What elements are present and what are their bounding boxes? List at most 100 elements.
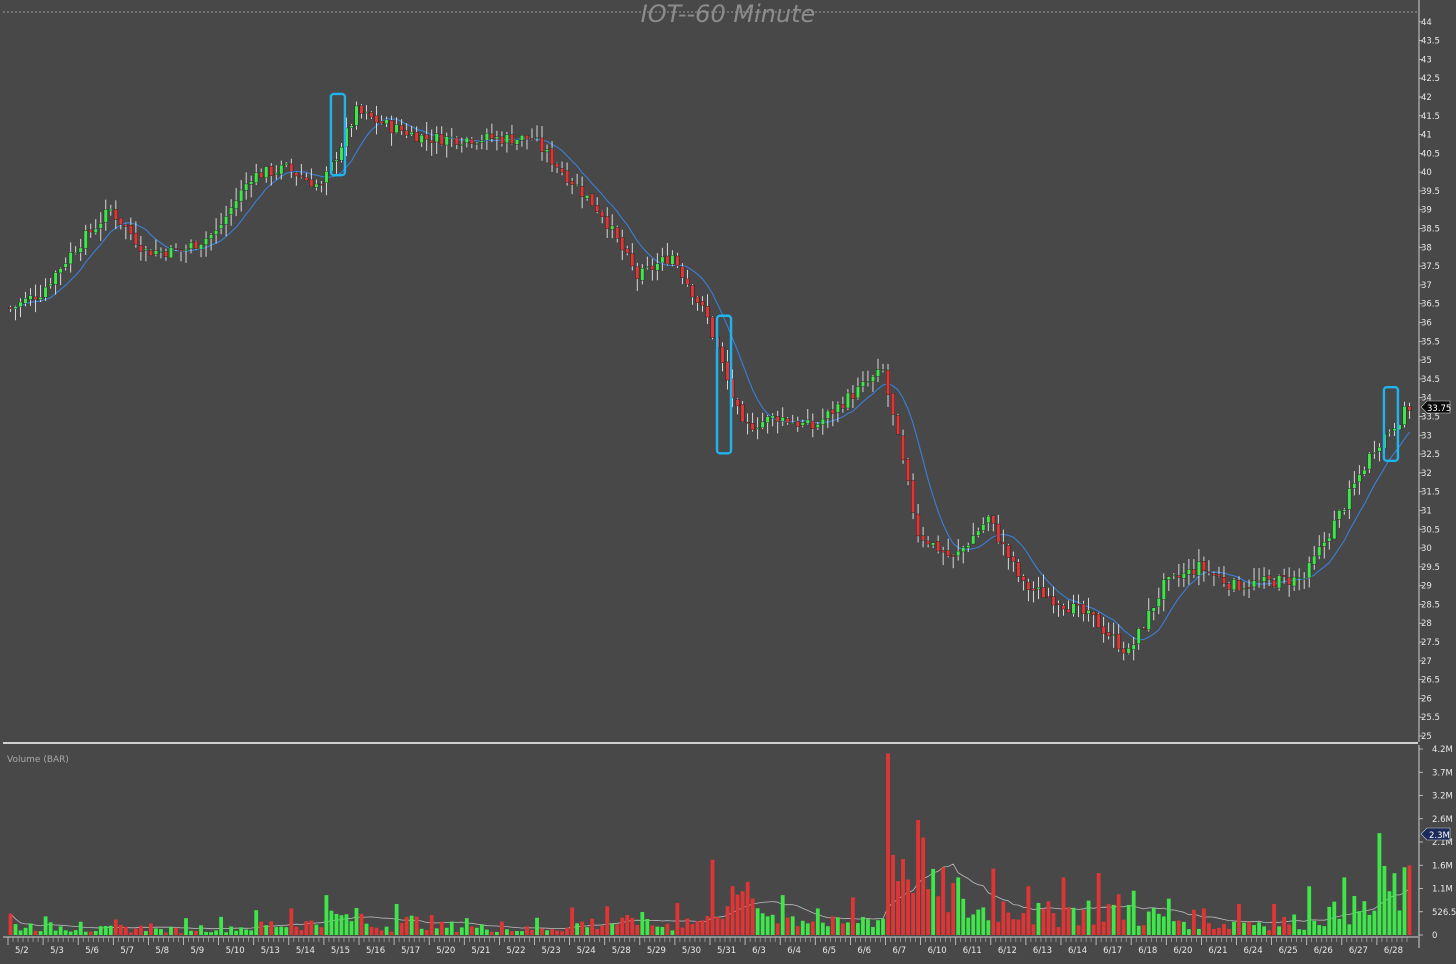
volume-bar <box>379 930 384 935</box>
candle-body <box>665 255 670 265</box>
date-tick-label: 5/3 <box>50 946 64 956</box>
volume-bar <box>154 928 158 935</box>
candle-body <box>264 166 269 178</box>
candle-body <box>1332 519 1337 540</box>
volume-pane-title: Volume (BAR) <box>7 755 69 765</box>
candle-body <box>504 134 509 144</box>
candle-body <box>469 138 474 145</box>
candle-body <box>1302 578 1307 580</box>
volume-bar <box>479 924 484 935</box>
candle-body <box>655 263 660 271</box>
candle-body <box>725 361 730 381</box>
volume-bar <box>1337 918 1342 935</box>
date-tick-label: 5/2 <box>15 946 29 956</box>
volume-bar <box>931 868 936 935</box>
volume-bar <box>23 927 28 935</box>
candle-body <box>966 545 971 548</box>
candle-body <box>770 415 775 419</box>
candle-body <box>274 172 279 175</box>
price-tick-label: 28.5 <box>1421 600 1440 610</box>
volume-bar <box>655 926 660 935</box>
candle-body <box>1026 581 1031 590</box>
candle-body <box>23 298 28 304</box>
candle-body <box>379 120 384 124</box>
candle-body <box>1076 603 1081 606</box>
candle-body <box>113 209 118 220</box>
candle-body <box>891 393 895 415</box>
volume-bar <box>449 921 454 935</box>
candle-body <box>479 140 484 143</box>
candle-body <box>1001 541 1006 545</box>
volume-bar <box>18 930 23 935</box>
volume-bar <box>575 923 580 935</box>
candle-body <box>509 134 514 144</box>
date-tick-label: 6/21 <box>1208 946 1227 956</box>
volume-bar <box>1071 907 1076 935</box>
candle-body <box>645 266 650 268</box>
candle-body <box>43 286 48 298</box>
volume-bar <box>1242 922 1246 935</box>
volume-tick-label: 526.5K <box>1432 908 1456 918</box>
candle-body <box>429 140 434 143</box>
candle-body <box>926 540 931 545</box>
volume-bar <box>219 916 224 935</box>
candle-body <box>886 369 890 395</box>
volume-bar <box>725 906 730 935</box>
candle-body <box>921 535 926 541</box>
volume-bar <box>810 921 815 935</box>
volume-bar <box>510 931 514 935</box>
candle-body <box>1206 571 1211 574</box>
volume-bar <box>324 895 329 935</box>
candle-body <box>1096 613 1101 628</box>
candle-body <box>1056 603 1061 605</box>
volume-bar <box>951 883 956 935</box>
candle-body <box>259 172 264 178</box>
volume-bar <box>1407 865 1412 935</box>
volume-bar <box>861 916 865 935</box>
candle-body <box>58 268 63 274</box>
candle-body <box>289 163 294 172</box>
volume-bar <box>1277 926 1282 935</box>
volume-bar <box>1212 928 1216 935</box>
date-tick-label: 6/10 <box>928 946 947 956</box>
volume-bar <box>590 918 595 935</box>
candle-body <box>1211 573 1216 576</box>
price-tick-label: 29.5 <box>1421 563 1440 573</box>
volume-bar <box>444 927 449 935</box>
volume-bar <box>660 926 665 935</box>
volume-bar <box>254 910 259 935</box>
candle-body <box>865 381 870 383</box>
volume-bar <box>424 929 429 935</box>
volume-bar <box>800 920 805 935</box>
candle-body <box>1347 488 1352 510</box>
volume-bar <box>926 889 931 935</box>
volume-bar <box>680 927 685 935</box>
volume-bar <box>1397 910 1402 935</box>
candle-body <box>1121 648 1126 654</box>
volume-bar <box>133 928 138 935</box>
volume-bar <box>710 859 715 935</box>
candle-body <box>464 137 469 144</box>
candle-body <box>1191 569 1196 575</box>
price-volume-chart[interactable]: IOT--60 Minute Volume (BAR) 25 25.5 26 26.5… <box>0 0 1456 960</box>
candle-body <box>1216 574 1221 577</box>
price-tick-label: 44 <box>1421 18 1432 28</box>
volume-bar <box>389 931 394 935</box>
volume-bar <box>715 916 720 935</box>
volume-bar <box>745 881 750 935</box>
volume-bar <box>645 919 650 935</box>
volume-bar <box>8 913 13 935</box>
candle-body <box>244 183 249 191</box>
volume-bar <box>505 929 509 935</box>
volume-bar <box>68 931 73 935</box>
candle-body <box>1101 626 1106 634</box>
volume-bar <box>239 927 244 935</box>
candle-body <box>459 143 464 146</box>
volume-bar <box>876 920 880 935</box>
price-tick-label: 43.5 <box>1421 37 1440 47</box>
candle-body <box>680 266 685 278</box>
candle-body <box>1036 587 1041 590</box>
volume-bar <box>179 933 183 935</box>
volume-bar <box>118 924 123 935</box>
volume-bar <box>640 911 645 935</box>
